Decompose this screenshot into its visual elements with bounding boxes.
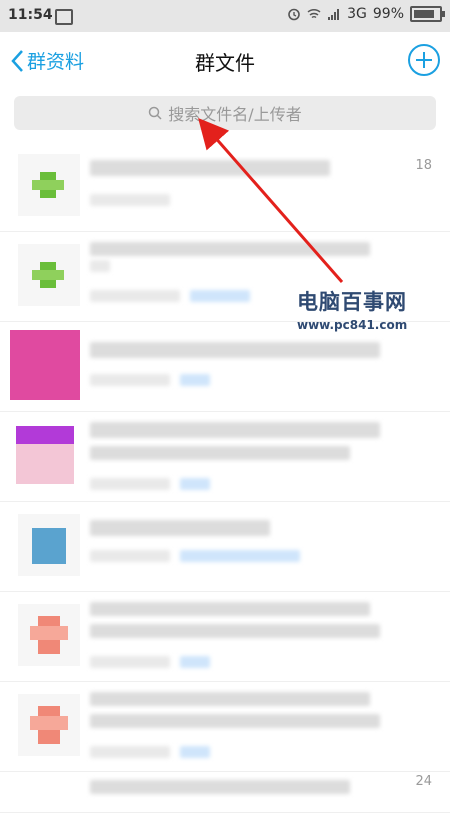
list-item[interactable]: 24 <box>0 772 450 813</box>
file-thumbnail <box>18 694 80 756</box>
list-item[interactable] <box>0 502 450 592</box>
signal-icon <box>328 9 340 20</box>
list-item[interactable]: 18 <box>0 142 450 232</box>
alarm-icon <box>288 8 300 21</box>
status-icons: 3G 99% <box>287 6 445 22</box>
watermark-url: www.pc841.com <box>297 318 408 332</box>
battery-percent: 99% <box>372 6 404 22</box>
page-title: 群文件 <box>195 51 255 75</box>
watermark: 电脑百事网 www.pc841.com <box>297 286 407 332</box>
search-placeholder: 搜索文件名/上传者 <box>168 105 302 124</box>
list-item[interactable] <box>0 682 450 772</box>
file-list: 18 24 <box>0 142 450 813</box>
file-thumbnail <box>18 514 80 576</box>
file-thumbnail <box>18 154 80 216</box>
file-thumbnail <box>16 426 74 484</box>
screenshot-icon <box>55 9 73 25</box>
list-item[interactable] <box>0 322 450 412</box>
nav-bar: 群资料 群文件 <box>0 32 450 88</box>
wifi-icon <box>307 8 321 19</box>
status-bar: 11:54 3G 99% <box>0 0 450 32</box>
search-bar[interactable]: 搜索文件名/上传者 <box>14 96 436 130</box>
file-thumbnail <box>18 244 80 306</box>
network-type: 3G <box>347 6 367 22</box>
add-icon[interactable] <box>408 44 440 76</box>
watermark-name: 电脑百事网 <box>297 290 407 314</box>
list-item[interactable] <box>0 592 450 682</box>
battery-icon <box>410 6 445 22</box>
file-time: 18 <box>415 158 432 173</box>
search-icon <box>149 106 162 120</box>
list-item[interactable] <box>0 412 450 502</box>
file-thumbnail <box>10 330 80 400</box>
file-time: 24 <box>415 774 432 789</box>
file-thumbnail <box>18 604 80 666</box>
status-time: 11:54 <box>8 7 53 23</box>
